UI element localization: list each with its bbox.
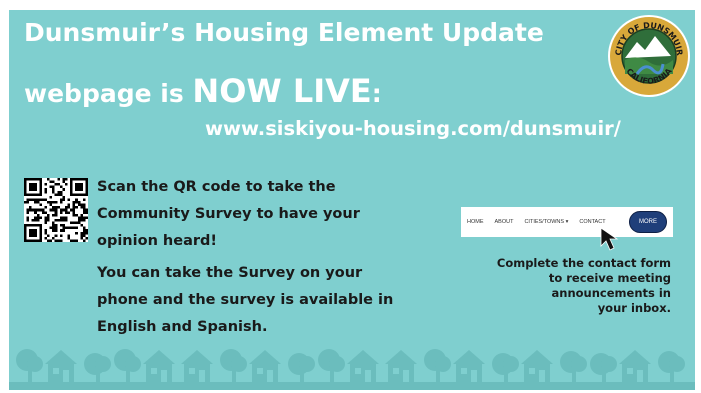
qr-instructions: Scan the QR code to take the Community S… — [97, 174, 360, 255]
contact-line-1: Complete the contact form — [496, 256, 671, 270]
contact-line-2: to receive meeting — [548, 271, 671, 285]
houses-trees-skyline — [9, 349, 695, 390]
nav-contact[interactable]: CONTACT — [579, 219, 605, 225]
website-url[interactable]: www.siskiyou-housing.com/dunsmuir/ — [205, 117, 621, 140]
qr-line-3: opinion heard! — [97, 233, 218, 249]
nav-about[interactable]: ABOUT — [495, 219, 514, 225]
title-line-1: Dunsmuir’s Housing Element Update — [24, 18, 544, 47]
title-line-2: webpage is NOW LIVE: — [24, 72, 382, 110]
website-nav-preview: HOME ABOUT CITIES/TOWNS ▾ CONTACT MORE — [461, 207, 673, 237]
qr-code[interactable] — [24, 178, 88, 242]
contact-instructions: Complete the contact form to receive mee… — [475, 256, 671, 316]
city-seal-logo: CITY OF DUNSMUIR CALIFORNIA — [608, 15, 690, 97]
title-emphasis: NOW LIVE — [192, 72, 372, 110]
flyer-frame: Dunsmuir’s Housing Element Update webpag… — [0, 0, 701, 393]
title-prefix: webpage is — [24, 79, 193, 108]
nav-more-button[interactable]: MORE — [629, 211, 667, 233]
contact-line-3: announcements in — [551, 286, 671, 300]
survey-line-1: You can take the Survey on your — [97, 265, 363, 281]
nav-home[interactable]: HOME — [467, 219, 484, 225]
title-suffix: : — [371, 79, 382, 108]
flyer: Dunsmuir’s Housing Element Update webpag… — [9, 10, 695, 390]
qr-line-2: Community Survey to have your — [97, 206, 360, 222]
cursor-arrow-icon — [600, 227, 619, 251]
survey-line-2: phone and the survey is available in — [97, 292, 394, 308]
survey-line-3: English and Spanish. — [97, 319, 268, 335]
contact-line-4: your inbox. — [597, 301, 671, 315]
nav-cities-towns[interactable]: CITIES/TOWNS ▾ — [524, 219, 568, 225]
survey-instructions: You can take the Survey on your phone an… — [97, 260, 393, 341]
qr-line-1: Scan the QR code to take the — [97, 179, 336, 195]
